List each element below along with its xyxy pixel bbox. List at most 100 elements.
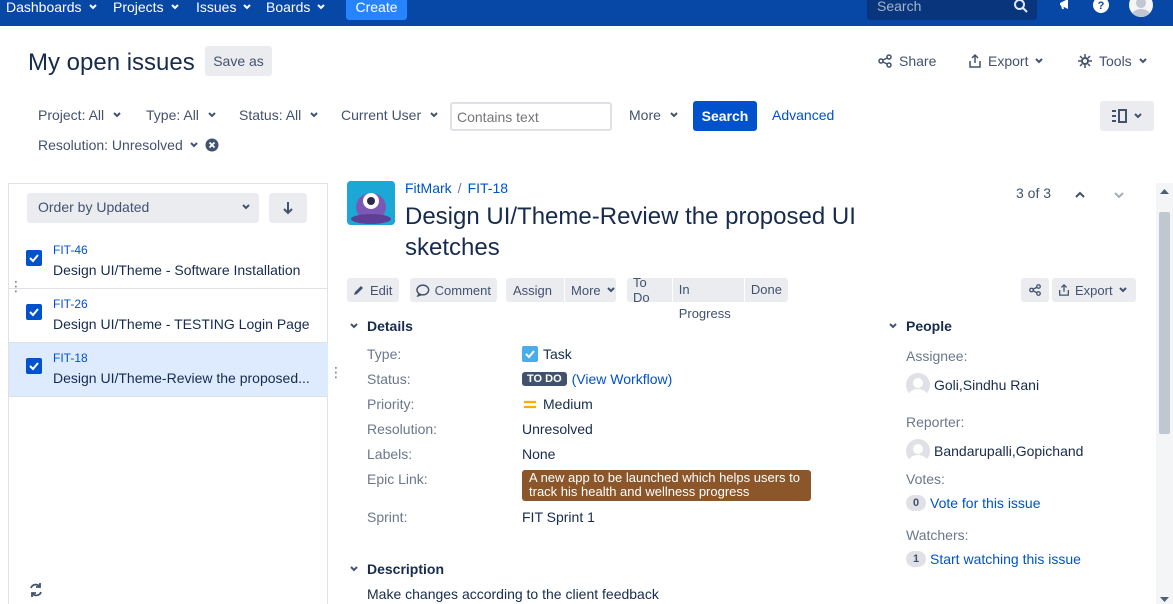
notifications-megaphone-icon[interactable] [1057,0,1075,14]
nav-boards[interactable]: Boards [266,0,326,15]
refresh-icon[interactable] [28,582,44,598]
watch-link-label: Start watching this issue [930,551,1081,567]
clear-filter-icon[interactable] [205,138,219,152]
comment-icon [416,283,430,297]
sprint-label: Sprint: [367,509,408,525]
in-progress-button[interactable]: In Progress [671,278,739,321]
filter-project[interactable]: Project: All [38,107,122,123]
nav-boards-label: Boards [266,0,311,15]
chevron-down-icon [242,204,250,210]
chevron-down-icon [670,112,678,118]
filter-more[interactable]: More [629,107,679,123]
chevron-down-icon [317,4,326,10]
issue-title: Design UI/Theme-Review the proposed UI s… [405,203,856,261]
nav-issues[interactable]: Issues [196,0,252,15]
breadcrumb-issue-key[interactable]: FIT-18 [468,180,508,196]
assignee[interactable]: Goli,Sindhu Rani [906,373,1039,397]
order-by-select[interactable]: Order by Updated [27,193,259,223]
more-button[interactable]: More [564,278,622,302]
contains-text-input[interactable] [450,102,612,131]
create-button[interactable]: Create [346,0,407,20]
more-label: More [571,282,601,298]
user-avatar[interactable] [1129,0,1153,17]
comment-button[interactable]: Comment [410,278,497,302]
votes-label: Votes: [906,471,945,487]
task-type-icon [26,304,42,320]
nav-dashboards[interactable]: Dashboards [6,0,98,15]
issue-key[interactable]: FIT-26 [53,297,88,311]
scroll-up-arrow-icon[interactable] [1159,187,1170,195]
scroll-down-arrow-icon[interactable] [1159,596,1170,604]
edit-button[interactable]: Edit [347,278,399,302]
breadcrumb-separator: / [457,180,462,196]
previous-issue-icon[interactable] [1073,188,1087,202]
page-title: My open issues [28,49,195,76]
watch-link[interactable]: 1 Start watching this issue [906,551,1081,567]
chevron-down-icon [113,112,121,118]
view-workflow-link[interactable]: (View Workflow) [572,371,673,387]
assign-more-group: Assign More [506,278,616,302]
list-item[interactable]: FIT-46 Design UI/Theme - Software Instal… [9,235,328,289]
filter-project-label: Project: All [38,107,105,123]
edit-label: Edit [370,282,393,298]
next-issue-icon[interactable] [1112,188,1126,202]
chevron-down-icon [889,323,897,329]
vote-link[interactable]: 0 Vote for this issue [906,495,1041,511]
tools-label: Tools [1099,53,1132,69]
description-section-toggle[interactable]: Description [349,561,444,577]
watchers-label: Watchers: [906,527,969,543]
people-section-toggle[interactable]: People [888,318,952,334]
chevron-down-icon [350,566,358,572]
list-item[interactable]: FIT-26 Design UI/Theme - TESTING Login P… [9,289,328,343]
filter-resolution[interactable]: Resolution: Unresolved [38,137,219,153]
resolution-label: Resolution: [367,421,438,437]
details-section-toggle[interactable]: Details [349,318,413,334]
share-issue-button[interactable] [1021,278,1049,302]
search-button[interactable]: Search [693,101,757,131]
export-issue-label: Export [1075,282,1113,298]
export-issue-button[interactable]: Export [1052,278,1136,302]
list-item-selected[interactable]: FIT-18 Design UI/Theme-Review the propos… [9,343,328,397]
filter-type-label: Type: All [146,107,199,123]
sort-direction-button[interactable] [269,193,307,223]
share-label: Share [899,53,937,69]
epic-link-lozenge[interactable]: A new app to be launched which helps use… [522,470,811,501]
issue-key[interactable]: FIT-18 [53,351,88,365]
tools-button[interactable]: Tools [1077,53,1148,69]
order-by-label: Order by Updated [38,199,150,215]
detail-view-icon [1112,109,1127,123]
chevron-down-icon [1134,113,1142,119]
resize-handle-icon[interactable]: ⋮ [9,279,23,293]
share-button[interactable]: Share [877,53,936,69]
sprint-value[interactable]: FIT Sprint 1 [522,509,595,525]
chevron-down-icon [430,112,438,118]
filter-current-user[interactable]: Current User [341,107,439,123]
save-as-button[interactable]: Save as [205,46,272,76]
done-button[interactable]: Done [743,278,788,302]
nav-issues-label: Issues [196,0,237,15]
advanced-search-link[interactable]: Advanced [772,107,834,123]
reporter-name: Bandarupalli,Gopichand [934,443,1084,459]
chevron-down-icon [310,112,318,118]
search-placeholder: Search [877,0,922,14]
to-do-button[interactable]: To Do [627,275,667,305]
chevron-down-icon [1118,287,1127,293]
priority-text: Medium [543,396,593,412]
reporter[interactable]: Bandarupalli,Gopichand [906,439,1083,463]
status-badge: TO DO [522,372,567,386]
breadcrumb-project[interactable]: FitMark [405,180,452,196]
export-button[interactable]: Export [968,53,1044,69]
help-icon[interactable]: ? [1092,0,1110,14]
layout-switcher-button[interactable] [1100,101,1154,131]
global-search-input[interactable]: Search [867,0,1037,20]
type-value: Task [522,346,572,362]
pane-resize-handle-icon[interactable]: ⋮ [329,365,343,379]
arrow-down-icon [283,202,293,215]
issue-key[interactable]: FIT-46 [53,243,88,257]
assign-button[interactable]: Assign [506,283,559,298]
nav-projects[interactable]: Projects [113,0,180,15]
filter-type[interactable]: Type: All [146,107,217,123]
filter-status[interactable]: Status: All [239,107,319,123]
chevron-down-icon [170,4,179,10]
scrollbar-thumb[interactable] [1159,212,1170,434]
